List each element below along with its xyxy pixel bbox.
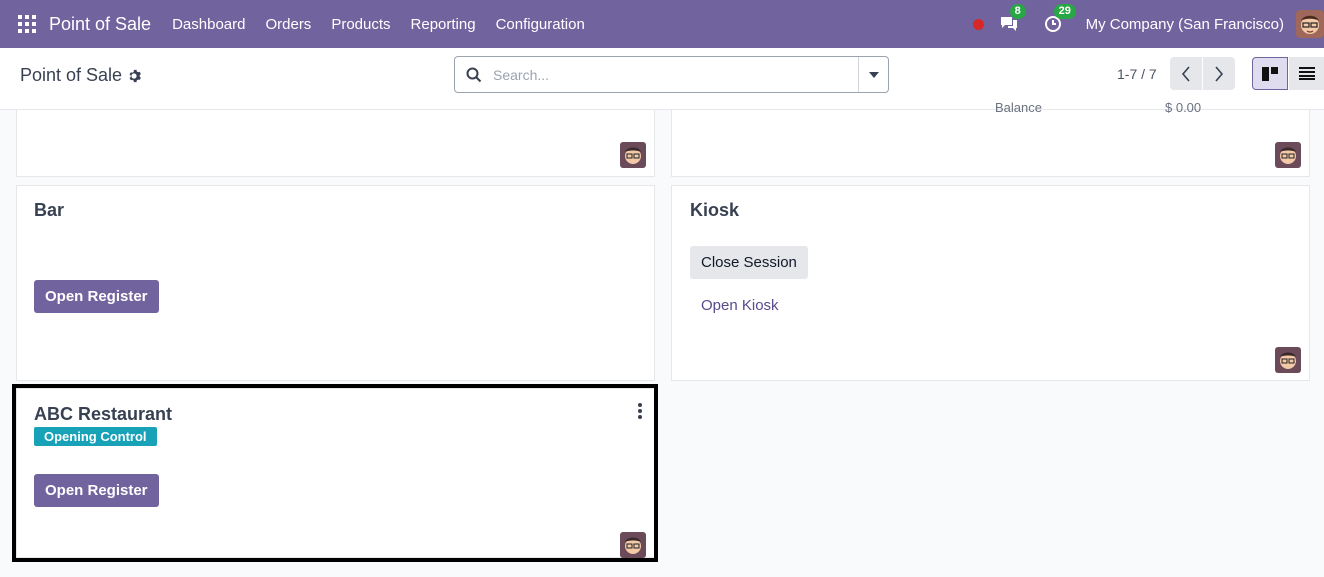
close-session-button[interactable]: Close Session — [690, 246, 808, 279]
responsible-avatar — [1275, 347, 1301, 373]
kanban-view-button[interactable] — [1252, 57, 1288, 90]
user-avatar[interactable] — [1296, 10, 1324, 38]
pager-next-button[interactable] — [1203, 57, 1235, 90]
kanban-card-kiosk[interactable]: Kiosk Close Session Open Kiosk — [671, 185, 1310, 381]
app-menu-icon[interactable] — [18, 15, 36, 33]
pager-value[interactable]: 1-7 / 7 — [1117, 66, 1157, 82]
card-title: Bar — [34, 200, 65, 220]
kanban-card-partial-left[interactable] — [16, 110, 655, 177]
page-title: Point of Sale — [20, 65, 123, 85]
menu-reporting[interactable]: Reporting — [411, 16, 476, 33]
kanban-icon — [1262, 66, 1278, 81]
breadcrumb: Point of Sale — [20, 65, 141, 86]
activities-badge: 29 — [1053, 4, 1076, 19]
status-dot-icon[interactable] — [972, 18, 984, 30]
app-title[interactable]: Point of Sale — [49, 14, 151, 35]
activities-button[interactable]: 29 — [1042, 4, 1076, 35]
search-options-toggle[interactable] — [858, 57, 888, 92]
control-panel: Point of Sale 1-7 / 7 — [0, 48, 1324, 110]
card-options-icon[interactable] — [638, 403, 642, 421]
top-navbar: Point of Sale Dashboard Orders Products … — [0, 0, 1324, 48]
menu-configuration[interactable]: Configuration — [496, 16, 585, 33]
kanban-card-abc-restaurant[interactable]: ABC Restaurant Opening Control Open Regi… — [16, 388, 655, 558]
search-input[interactable] — [493, 64, 853, 86]
kanban-card-bar[interactable]: Bar Open Register — [16, 185, 655, 381]
messages-badge: 8 — [1009, 4, 1026, 19]
pager-previous-button[interactable] — [1170, 57, 1202, 90]
responsible-avatar — [620, 532, 646, 558]
company-switcher[interactable]: My Company (San Francisco) — [1086, 16, 1284, 33]
card-title: Kiosk — [690, 200, 740, 220]
card-title: ABC Restaurant — [34, 404, 173, 424]
menu-products[interactable]: Products — [331, 16, 390, 33]
responsible-avatar — [1275, 142, 1301, 168]
open-register-button[interactable]: Open Register — [34, 280, 159, 313]
caret-down-icon — [868, 71, 879, 78]
search-icon — [466, 67, 482, 83]
balance-label: Balance — [995, 100, 1042, 115]
list-view-button[interactable] — [1289, 57, 1324, 90]
search-box — [454, 56, 889, 93]
open-register-button[interactable]: Open Register — [34, 474, 159, 507]
gear-icon[interactable] — [127, 69, 141, 83]
balance-value: $ 0.00 — [1165, 100, 1202, 115]
messages-button[interactable]: 8 — [998, 4, 1026, 35]
list-icon — [1299, 67, 1315, 80]
responsible-avatar — [620, 142, 646, 168]
chevron-left-icon — [1181, 65, 1190, 82]
menu-orders[interactable]: Orders — [265, 16, 311, 33]
menu-dashboard[interactable]: Dashboard — [172, 16, 245, 33]
kanban-card-partial-right[interactable]: Balance $ 0.00 — [671, 100, 1310, 177]
status-badge: Opening Control — [34, 427, 157, 446]
chevron-right-icon — [1215, 65, 1224, 82]
open-kiosk-link[interactable]: Open Kiosk — [701, 297, 779, 314]
